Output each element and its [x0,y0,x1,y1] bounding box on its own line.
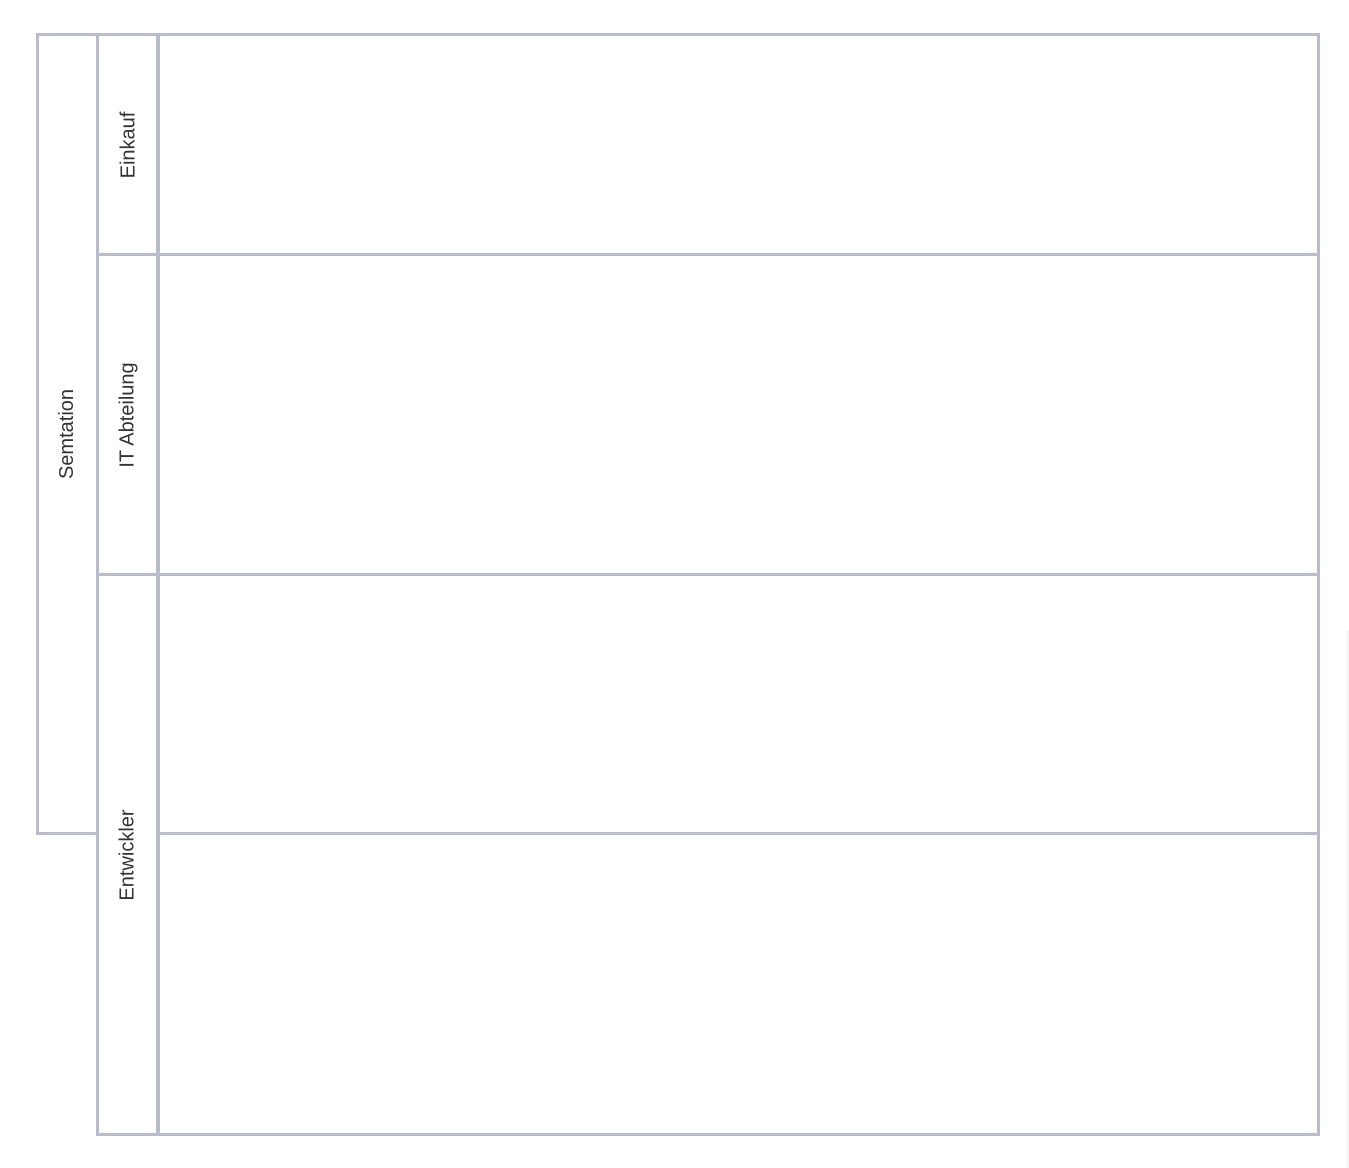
lane-it-abteilung-label-wrap: IT Abteilung [96,253,160,576]
lane-entwickler-divider [159,832,1317,835]
lane-einkauf-body[interactable] [156,33,1320,256]
lane-label-it-abteilung: IT Abteilung [117,361,140,468]
lane-einkauf-label-wrap: Einkauf [96,33,160,256]
lane-entwickler-label-wrap: Entwickler [96,573,160,1136]
pool-label-wrap: Semtation [36,33,99,835]
lane-label-einkauf: Einkauf [117,111,139,178]
lane-it-abteilung-body[interactable] [156,253,1320,576]
pool-label: Semtation [56,388,79,480]
lane-entwickler-body[interactable] [156,573,1320,1136]
edge-shadow [1345,630,1349,1168]
diagram-canvas: Semtation Einkauf IT Abteilung Entwickle… [0,0,1349,1168]
lane-label-entwickler: Entwickler [117,808,140,901]
